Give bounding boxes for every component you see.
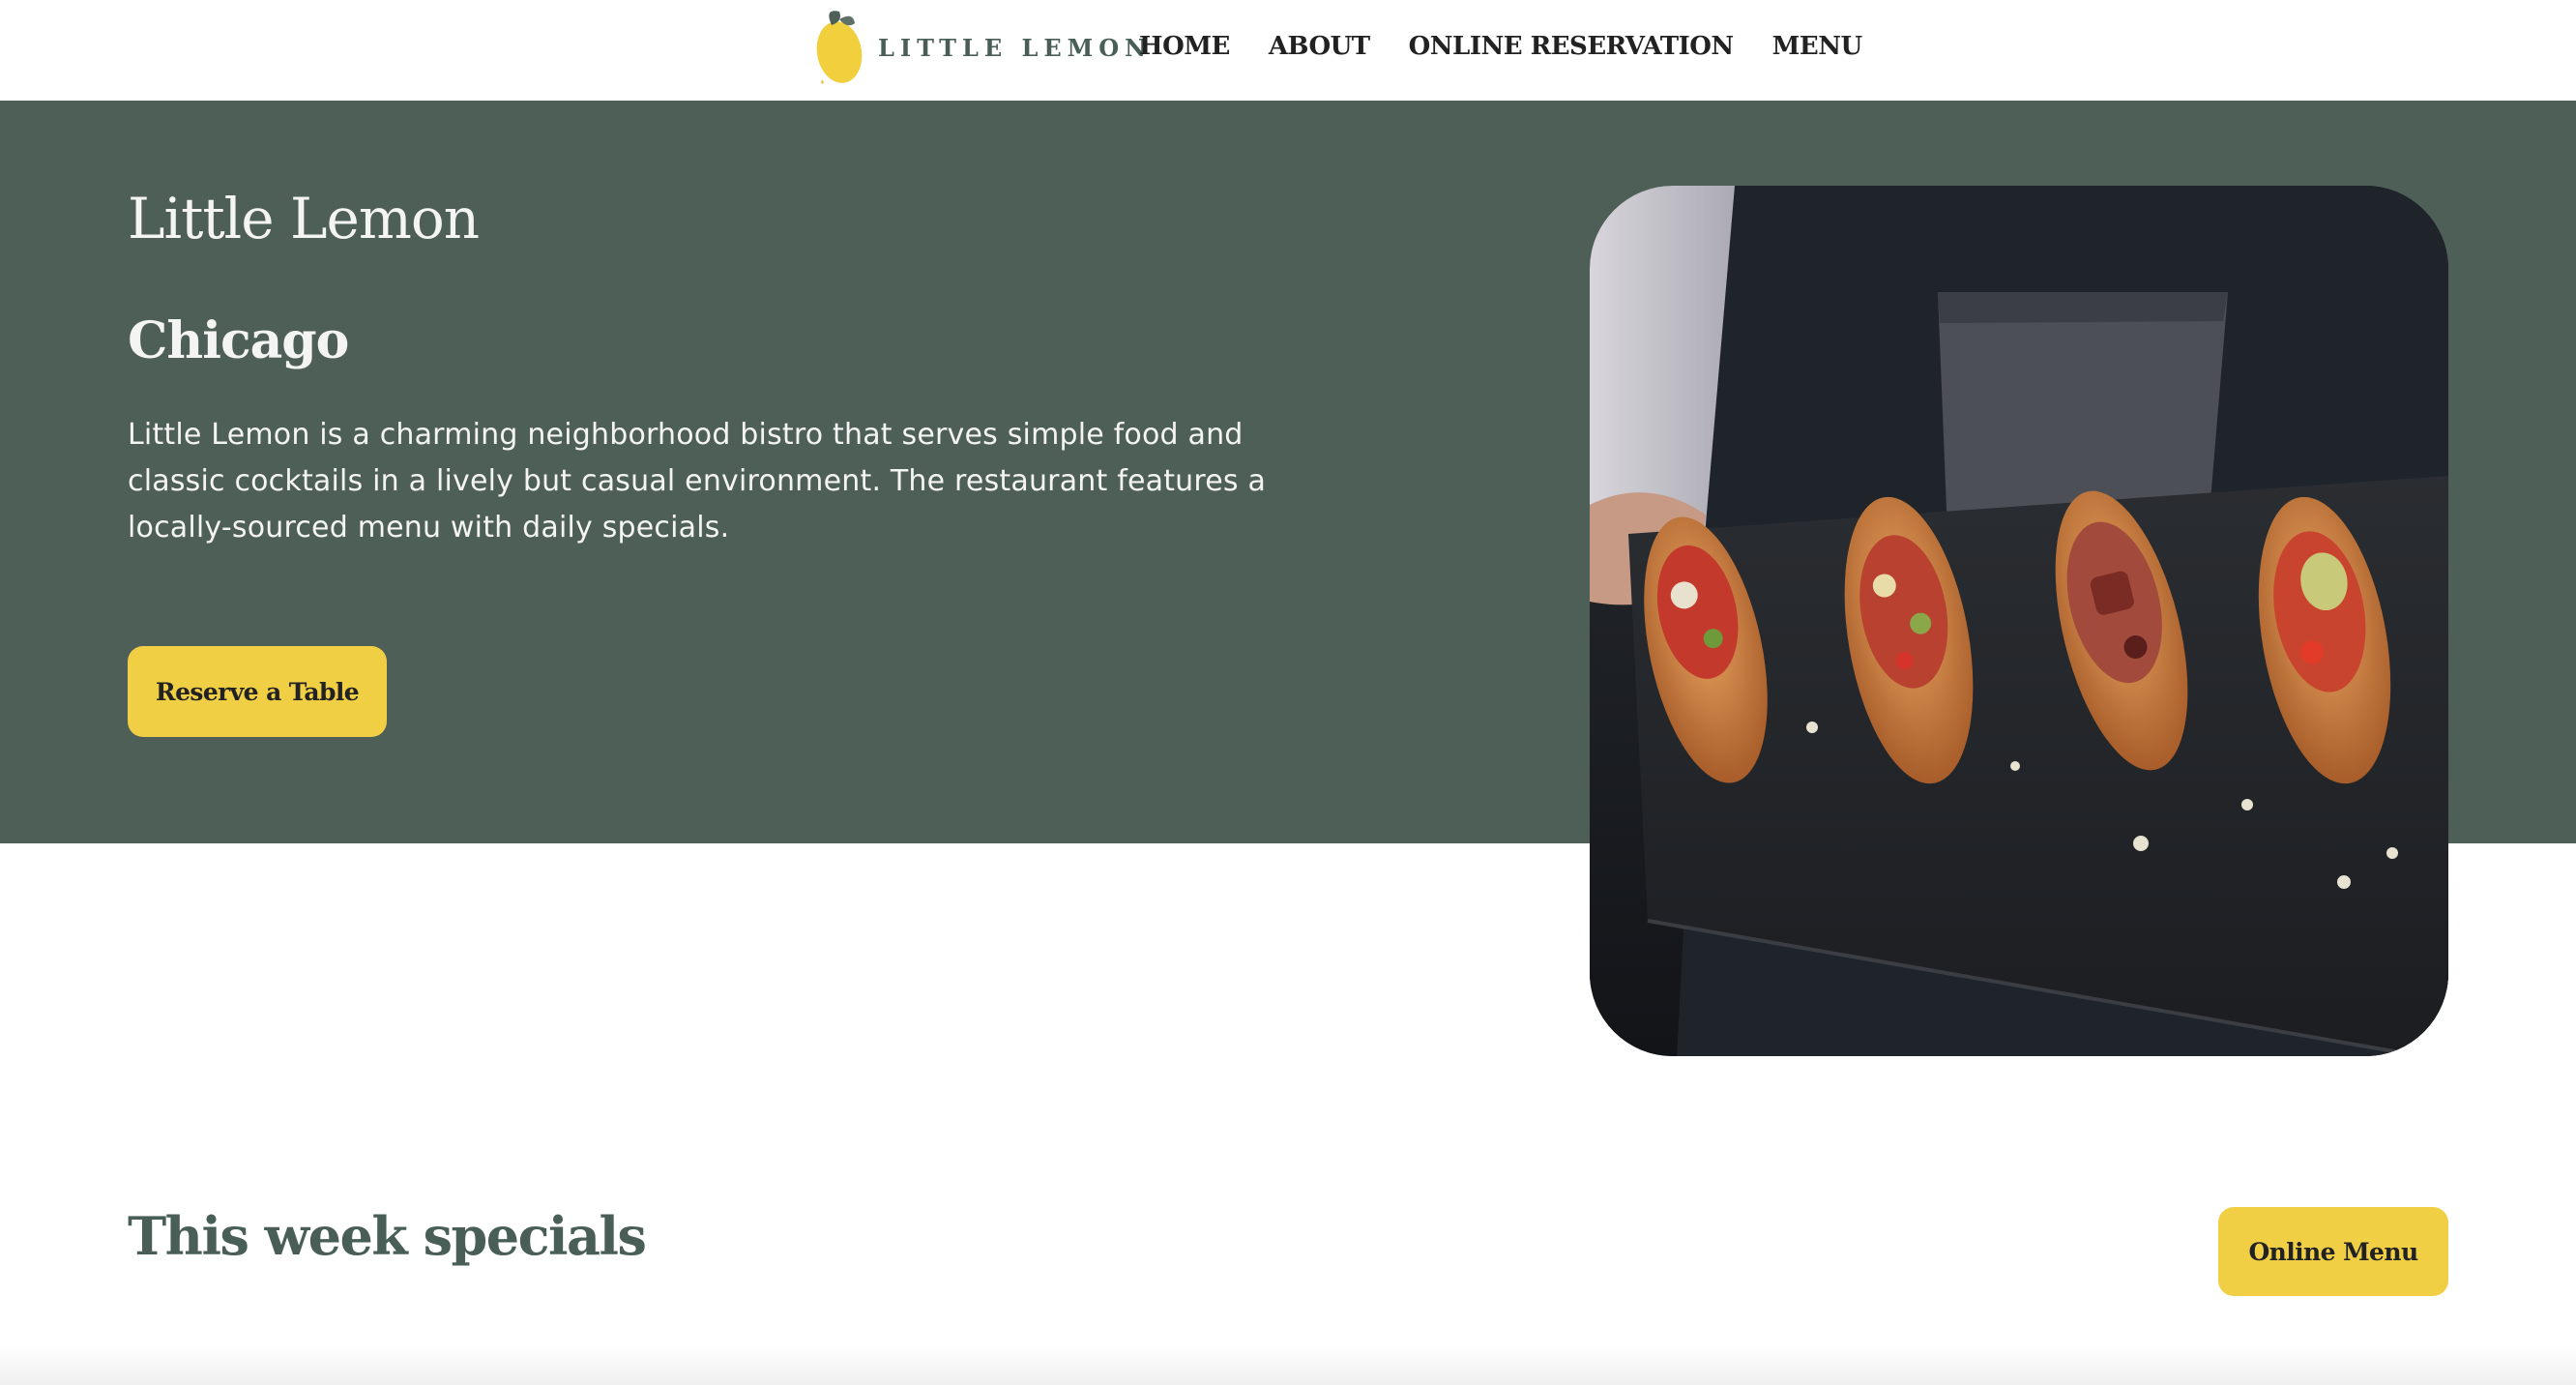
- hero-description: Little Lemon is a charming neighborhood …: [128, 418, 1267, 545]
- nav-about-link[interactable]: ABOUT: [1269, 32, 1370, 61]
- online-menu-button[interactable]: Online Menu: [2218, 1207, 2448, 1296]
- lemon-icon: [816, 11, 863, 84]
- reserve-table-button[interactable]: Reserve a Table: [128, 646, 387, 737]
- hero-title: Little Lemon: [128, 186, 480, 251]
- site-logo[interactable]: LITTLE LEMON: [810, 6, 1146, 87]
- hero-subtitle: Chicago: [128, 311, 349, 370]
- nav-home-link[interactable]: HOME: [1139, 32, 1230, 61]
- nav-links: HOME ABOUT ONLINE RESERVATION MENU: [1139, 27, 1862, 66]
- specials-heading: This week specials: [128, 1205, 647, 1267]
- hero-food-image: [1590, 186, 2448, 1056]
- logo-wordmark: LITTLE LEMON: [878, 34, 1153, 62]
- nav-menu-link[interactable]: MENU: [1772, 32, 1863, 61]
- food-platter-illustration: [1590, 186, 2448, 1056]
- page-bottom-shadow: [0, 1344, 2576, 1385]
- nav-online-reservation-link[interactable]: ONLINE RESERVATION: [1409, 32, 1735, 61]
- top-navigation: LITTLE LEMON HOME ABOUT ONLINE RESERVATI…: [0, 0, 2576, 101]
